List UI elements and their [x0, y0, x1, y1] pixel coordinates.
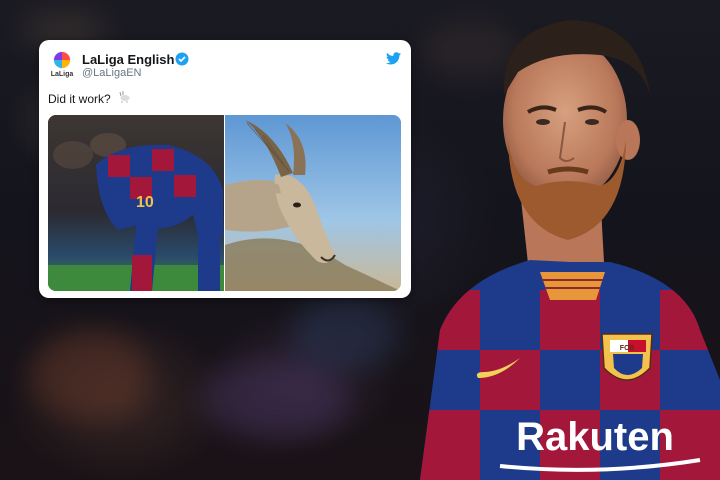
- goat-emoji: [119, 91, 130, 103]
- bokeh-light: [200, 360, 350, 440]
- tweet-header: LaLiga LaLiga English @LaLigaEN: [39, 40, 411, 90]
- tweet-media[interactable]: 10: [48, 115, 401, 291]
- display-name[interactable]: LaLiga English: [82, 52, 174, 67]
- eye: [536, 119, 550, 125]
- tweet-card[interactable]: LaLiga LaLiga English @LaLigaEN Did it w…: [39, 40, 411, 298]
- user-handle[interactable]: @LaLigaEN: [82, 67, 141, 79]
- twitter-bird-icon: [386, 52, 401, 65]
- eye: [585, 119, 599, 125]
- club-crest: FCB: [601, 333, 653, 381]
- media-image-goat[interactable]: [225, 115, 401, 291]
- sponsor-text: Rakuten: [516, 415, 674, 459]
- player-ear: [616, 120, 640, 160]
- shirt-collar: [540, 272, 605, 300]
- tweet-text: Did it work?: [48, 92, 111, 106]
- media-image-player[interactable]: 10: [48, 115, 224, 291]
- verified-badge-icon: [175, 52, 189, 66]
- bokeh-light: [30, 330, 150, 420]
- avatar-label: LaLiga: [50, 71, 74, 78]
- player-photo: FCB Rakuten: [420, 20, 720, 480]
- svg-text:10: 10: [136, 194, 154, 211]
- bokeh-light: [290, 300, 400, 370]
- svg-text:FCB: FCB: [620, 345, 634, 352]
